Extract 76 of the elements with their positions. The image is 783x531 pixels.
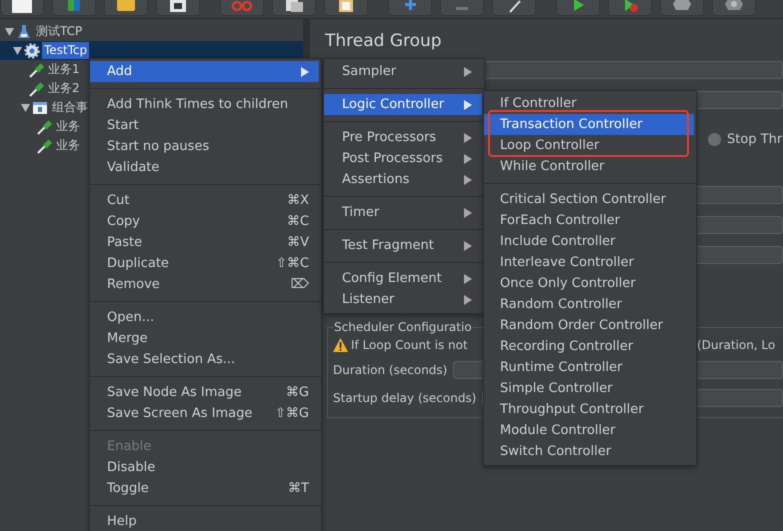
menu-item[interactable]: While Controller [484,156,694,177]
plus-icon [404,0,416,10]
menu-item[interactable]: Paste ⌘V [90,232,319,253]
menu-item[interactable]: Listener [324,289,482,310]
menu-item[interactable]: Toggle ⌘T [90,478,319,499]
menu-item[interactable]: Save Selection As... [90,349,319,370]
stop-icon [723,0,745,13]
menu-item[interactable]: Interleave Controller [484,252,694,273]
menu-item[interactable]: Throughput Controller [484,399,694,420]
panel-title: Thread Group [325,30,443,53]
menu-item[interactable]: If Controller [484,93,694,114]
menu-item[interactable]: Recording Controller [484,336,694,357]
expand-triangle-icon[interactable] [12,46,22,54]
menu-item[interactable]: Duplicate ⇧⌘C [90,253,319,274]
tree-node-label[interactable]: 业务1 [46,61,82,78]
expand-triangle-icon[interactable] [4,28,14,36]
tree-node-label[interactable]: 业务2 [46,80,82,97]
menu-item[interactable]: Save Node As Image ⌘G [90,382,319,403]
menu-item[interactable]: Open... [90,307,319,328]
tree-node-label[interactable]: 组合事 [50,99,90,116]
section-title: Scheduler Configuratio [333,320,473,334]
menu-item[interactable]: Cut ⌘X [90,190,319,211]
menu-item[interactable]: Copy ⌘C [90,211,319,232]
menu-item[interactable]: Switch Controller [484,441,694,462]
document-icon [11,0,33,13]
expand-triangle-icon[interactable] [20,104,30,112]
pipette-icon [36,138,52,154]
minus-icon [456,7,468,10]
pipette-icon [28,80,44,96]
folder-icon [115,0,137,13]
gear-icon [24,42,40,58]
menu-item[interactable]: Simple Controller [484,378,694,399]
pipette-icon [28,62,44,78]
menu-item[interactable]: Add Think Times to children [90,94,319,115]
tree-node-label[interactable]: 业务 [54,137,82,154]
pipette-icon [36,118,52,134]
menu-item[interactable]: Include Controller [484,231,694,252]
menu-item[interactable]: Assertions [324,169,482,190]
radio-label: Stop Thr [727,132,782,146]
menu-item[interactable]: ForEach Controller [484,210,694,231]
warning-text: If Loop Count is not [351,338,468,352]
window-icon [32,100,48,116]
tree-node-label[interactable]: 测试TCP [34,23,84,40]
menu-item[interactable]: Merge [90,328,319,349]
menu-item[interactable]: Validate [90,157,319,178]
tree-node-label[interactable]: 业务 [54,118,82,135]
menu-item[interactable]: Disable [90,457,319,478]
tree-node-label[interactable]: TestTcp [42,42,90,59]
menu-item[interactable]: Critical Section Controller [484,189,694,210]
menu-item[interactable]: Pre Processors [324,127,482,148]
menu-item[interactable]: Config Element [324,268,482,289]
warning-text: (Duration, Lo [697,338,776,352]
field-label: Startup delay (seconds) [333,391,476,405]
menu-item[interactable]: Random Order Controller [484,315,694,336]
menu-item[interactable]: Transaction Controller [484,114,694,135]
menu-item[interactable]: Help [90,511,319,531]
menu-item[interactable]: Runtime Controller [484,357,694,378]
radio-button[interactable] [708,132,721,146]
menu-item[interactable]: Save Screen As Image ⇧⌘G [90,403,319,424]
menu-item[interactable]: Random Controller [484,294,694,315]
menu-item[interactable]: Remove ⌦ [90,274,319,295]
menu-item[interactable]: Timer [324,202,482,223]
menu-item[interactable]: Once Only Controller [484,273,694,294]
menu-item[interactable]: Add [90,61,319,82]
copy-icon [283,0,305,13]
stop-icon [671,0,693,13]
field-label: Duration (seconds) [333,363,448,377]
menu-item[interactable]: Module Controller [484,420,694,441]
menu-item[interactable]: Test Fragment [324,235,482,256]
menu-item[interactable]: Post Processors [324,148,482,169]
flask-icon [16,24,32,40]
warning-icon [333,338,348,352]
menu-item[interactable]: Sampler [324,61,482,82]
menu-item[interactable]: Start no pauses [90,136,319,157]
menu-item[interactable]: Start [90,115,319,136]
menu-item[interactable]: Logic Controller [324,94,482,115]
